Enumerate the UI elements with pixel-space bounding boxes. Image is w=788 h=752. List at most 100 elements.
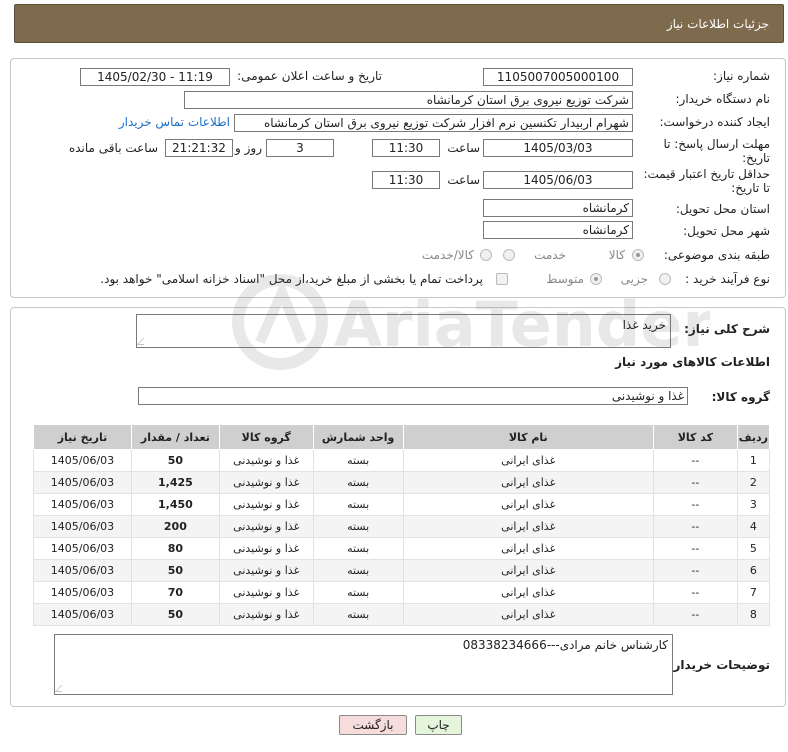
col-unit: واحد شمارش bbox=[312, 424, 404, 450]
table-row: 4 -- غذای ایرانی بسته غذا و نوشیدنی 200 1405/0… bbox=[33, 515, 771, 538]
cell-unit: بسته bbox=[312, 515, 404, 538]
goods-group-field: غذا و نوشیدنی bbox=[138, 387, 688, 405]
cell-item-name: غذای ایرانی bbox=[402, 493, 654, 516]
resize-grip-icon bbox=[136, 338, 151, 345]
cell-unit: بسته bbox=[312, 581, 404, 604]
table-row: 2 -- غذای ایرانی بسته غذا و نوشیدنی 1,425 1405… bbox=[33, 471, 771, 494]
province-label: استان محل تحویل: bbox=[675, 202, 770, 216]
cell-item-code: -- bbox=[652, 449, 738, 472]
cell-quantity: 1,425 bbox=[130, 471, 220, 494]
cell-item-code: -- bbox=[652, 581, 738, 604]
table-row: 8 -- غذای ایرانی بسته غذا و نوشیدنی 50 1405/06… bbox=[33, 603, 771, 626]
cell-row-number: 6 bbox=[736, 559, 771, 582]
col-item-name: نام کالا bbox=[402, 424, 654, 450]
summary-label: شرح کلی نیاز: bbox=[684, 322, 770, 336]
col-quantity: تعداد / مقدار bbox=[130, 424, 220, 450]
process-option-minor: جزیی bbox=[620, 272, 648, 286]
category-radio-goods-service[interactable] bbox=[480, 249, 492, 261]
print-button-label: چاپ bbox=[427, 718, 450, 732]
reply-deadline-label-2: تاریخ: bbox=[742, 151, 770, 165]
col-item-group: گروه کالا bbox=[218, 424, 314, 450]
goods-group-label: گروه کالا: bbox=[711, 390, 770, 404]
announce-datetime-field: 1405/02/30 - 11:19 bbox=[80, 68, 230, 86]
cell-item-group: غذا و نوشیدنی bbox=[218, 449, 314, 472]
cell-item-name: غذای ایرانی bbox=[402, 537, 654, 560]
reply-date-field: 1405/03/03 bbox=[483, 139, 633, 157]
table-row: 1 -- غذای ایرانی بسته غذا و نوشیدنی 50 1405/06… bbox=[33, 449, 771, 472]
print-button[interactable]: چاپ bbox=[415, 715, 462, 735]
cell-row-number: 5 bbox=[736, 537, 771, 560]
province-field: کرمانشاه bbox=[483, 199, 633, 217]
category-radio-goods[interactable] bbox=[632, 249, 644, 261]
category-option-goods-service: کالا/خدمت bbox=[421, 248, 474, 262]
category-label: طبقه بندی موضوعی: bbox=[663, 248, 770, 262]
buyer-notes-label: توضیحات خریدار: bbox=[668, 658, 770, 672]
buyer-org-field: شرکت توزیع نیروی برق استان کرمانشاه bbox=[184, 91, 633, 109]
process-radio-medium[interactable] bbox=[590, 273, 602, 285]
process-option-medium: متوسط bbox=[546, 272, 584, 286]
cell-item-group: غذا و نوشیدنی bbox=[218, 581, 314, 604]
back-button[interactable]: بازگشت bbox=[339, 715, 407, 735]
cell-unit: بسته bbox=[312, 449, 404, 472]
cell-item-group: غذا و نوشیدنی bbox=[218, 559, 314, 582]
cell-item-code: -- bbox=[652, 471, 738, 494]
treasury-payment-note: پرداخت تمام یا بخشی از مبلغ خرید،از محل … bbox=[100, 272, 483, 286]
cell-unit: بسته bbox=[312, 471, 404, 494]
cell-item-name: غذای ایرانی bbox=[402, 449, 654, 472]
remaining-label: ساعت باقی مانده bbox=[68, 141, 158, 155]
cell-need-date: 1405/06/03 bbox=[33, 603, 132, 626]
cell-item-group: غذا و نوشیدنی bbox=[218, 603, 314, 626]
days-field: 3 bbox=[266, 139, 334, 157]
cell-item-group: غذا و نوشیدنی bbox=[218, 493, 314, 516]
page-header: جزئیات اطلاعات نیاز bbox=[14, 4, 784, 43]
col-item-code: کد کالا bbox=[652, 424, 738, 450]
days-label: روز و bbox=[235, 141, 262, 155]
city-label: شهر محل تحویل: bbox=[683, 224, 770, 238]
cell-item-name: غذای ایرانی bbox=[402, 559, 654, 582]
reply-time-label: ساعت bbox=[447, 141, 480, 155]
category-radio-service[interactable] bbox=[503, 249, 515, 261]
price-validity-label: حداقل تاریخ اعتبار قیمت: bbox=[643, 167, 770, 181]
need-number-label: شماره نیاز: bbox=[713, 69, 770, 83]
cell-quantity: 200 bbox=[130, 515, 220, 538]
reply-time-field: 11:30 bbox=[372, 139, 440, 157]
cell-need-date: 1405/06/03 bbox=[33, 493, 132, 516]
table-row: 5 -- غذای ایرانی بسته غذا و نوشیدنی 80 1405/06… bbox=[33, 537, 771, 560]
goods-info-title: اطلاعات کالاهای مورد نیاز bbox=[615, 355, 770, 369]
cell-item-name: غذای ایرانی bbox=[402, 581, 654, 604]
price-date-field: 1405/06/03 bbox=[483, 171, 633, 189]
creator-label: ایجاد کننده درخواست: bbox=[659, 115, 770, 129]
cell-need-date: 1405/06/03 bbox=[33, 559, 132, 582]
table-row: 7 -- غذای ایرانی بسته غذا و نوشیدنی 70 1405/06… bbox=[33, 581, 771, 604]
cell-row-number: 8 bbox=[736, 603, 771, 626]
buyer-notes-textarea[interactable]: کارشناس خانم مرادی---08338234666 bbox=[54, 634, 673, 695]
process-radio-minor[interactable] bbox=[659, 273, 671, 285]
summary-text: خرید غذا bbox=[622, 318, 666, 332]
back-button-label: بازگشت bbox=[352, 718, 394, 732]
cell-row-number: 2 bbox=[736, 471, 771, 494]
creator-field: شهرام اربیدار تکنسین نرم افزار شرکت توزی… bbox=[234, 114, 633, 132]
price-validity-label-2: تا تاریخ: bbox=[731, 181, 770, 195]
cell-item-code: -- bbox=[652, 559, 738, 582]
cell-row-number: 7 bbox=[736, 581, 771, 604]
summary-textarea[interactable]: خرید غذا bbox=[136, 314, 671, 348]
cell-item-code: -- bbox=[652, 493, 738, 516]
buyer-org-label: نام دستگاه خریدار: bbox=[675, 92, 771, 106]
treasury-payment-checkbox[interactable] bbox=[496, 273, 508, 285]
buyer-contact-link[interactable]: اطلاعات تماس خریدار bbox=[119, 115, 230, 129]
cell-row-number: 4 bbox=[736, 515, 771, 538]
cell-quantity: 50 bbox=[130, 559, 220, 582]
remaining-time-field: 21:21:32 bbox=[165, 139, 233, 157]
city-field: کرمانشاه bbox=[483, 221, 633, 239]
cell-item-group: غذا و نوشیدنی bbox=[218, 471, 314, 494]
table-header-row: ردیف کد کالا نام کالا واحد شمارش گروه کا… bbox=[33, 424, 771, 450]
table-row: 3 -- غذای ایرانی بسته غذا و نوشیدنی 1,450 1405… bbox=[33, 493, 771, 516]
cell-quantity: 80 bbox=[130, 537, 220, 560]
cell-item-group: غذا و نوشیدنی bbox=[218, 537, 314, 560]
cell-quantity: 70 bbox=[130, 581, 220, 604]
category-option-goods: کالا bbox=[608, 248, 625, 262]
cell-need-date: 1405/06/03 bbox=[33, 449, 132, 472]
reply-deadline-label: مهلت ارسال پاسخ: تا bbox=[663, 137, 770, 151]
cell-item-code: -- bbox=[652, 603, 738, 626]
buyer-notes-text: کارشناس خانم مرادی---08338234666 bbox=[462, 638, 668, 652]
